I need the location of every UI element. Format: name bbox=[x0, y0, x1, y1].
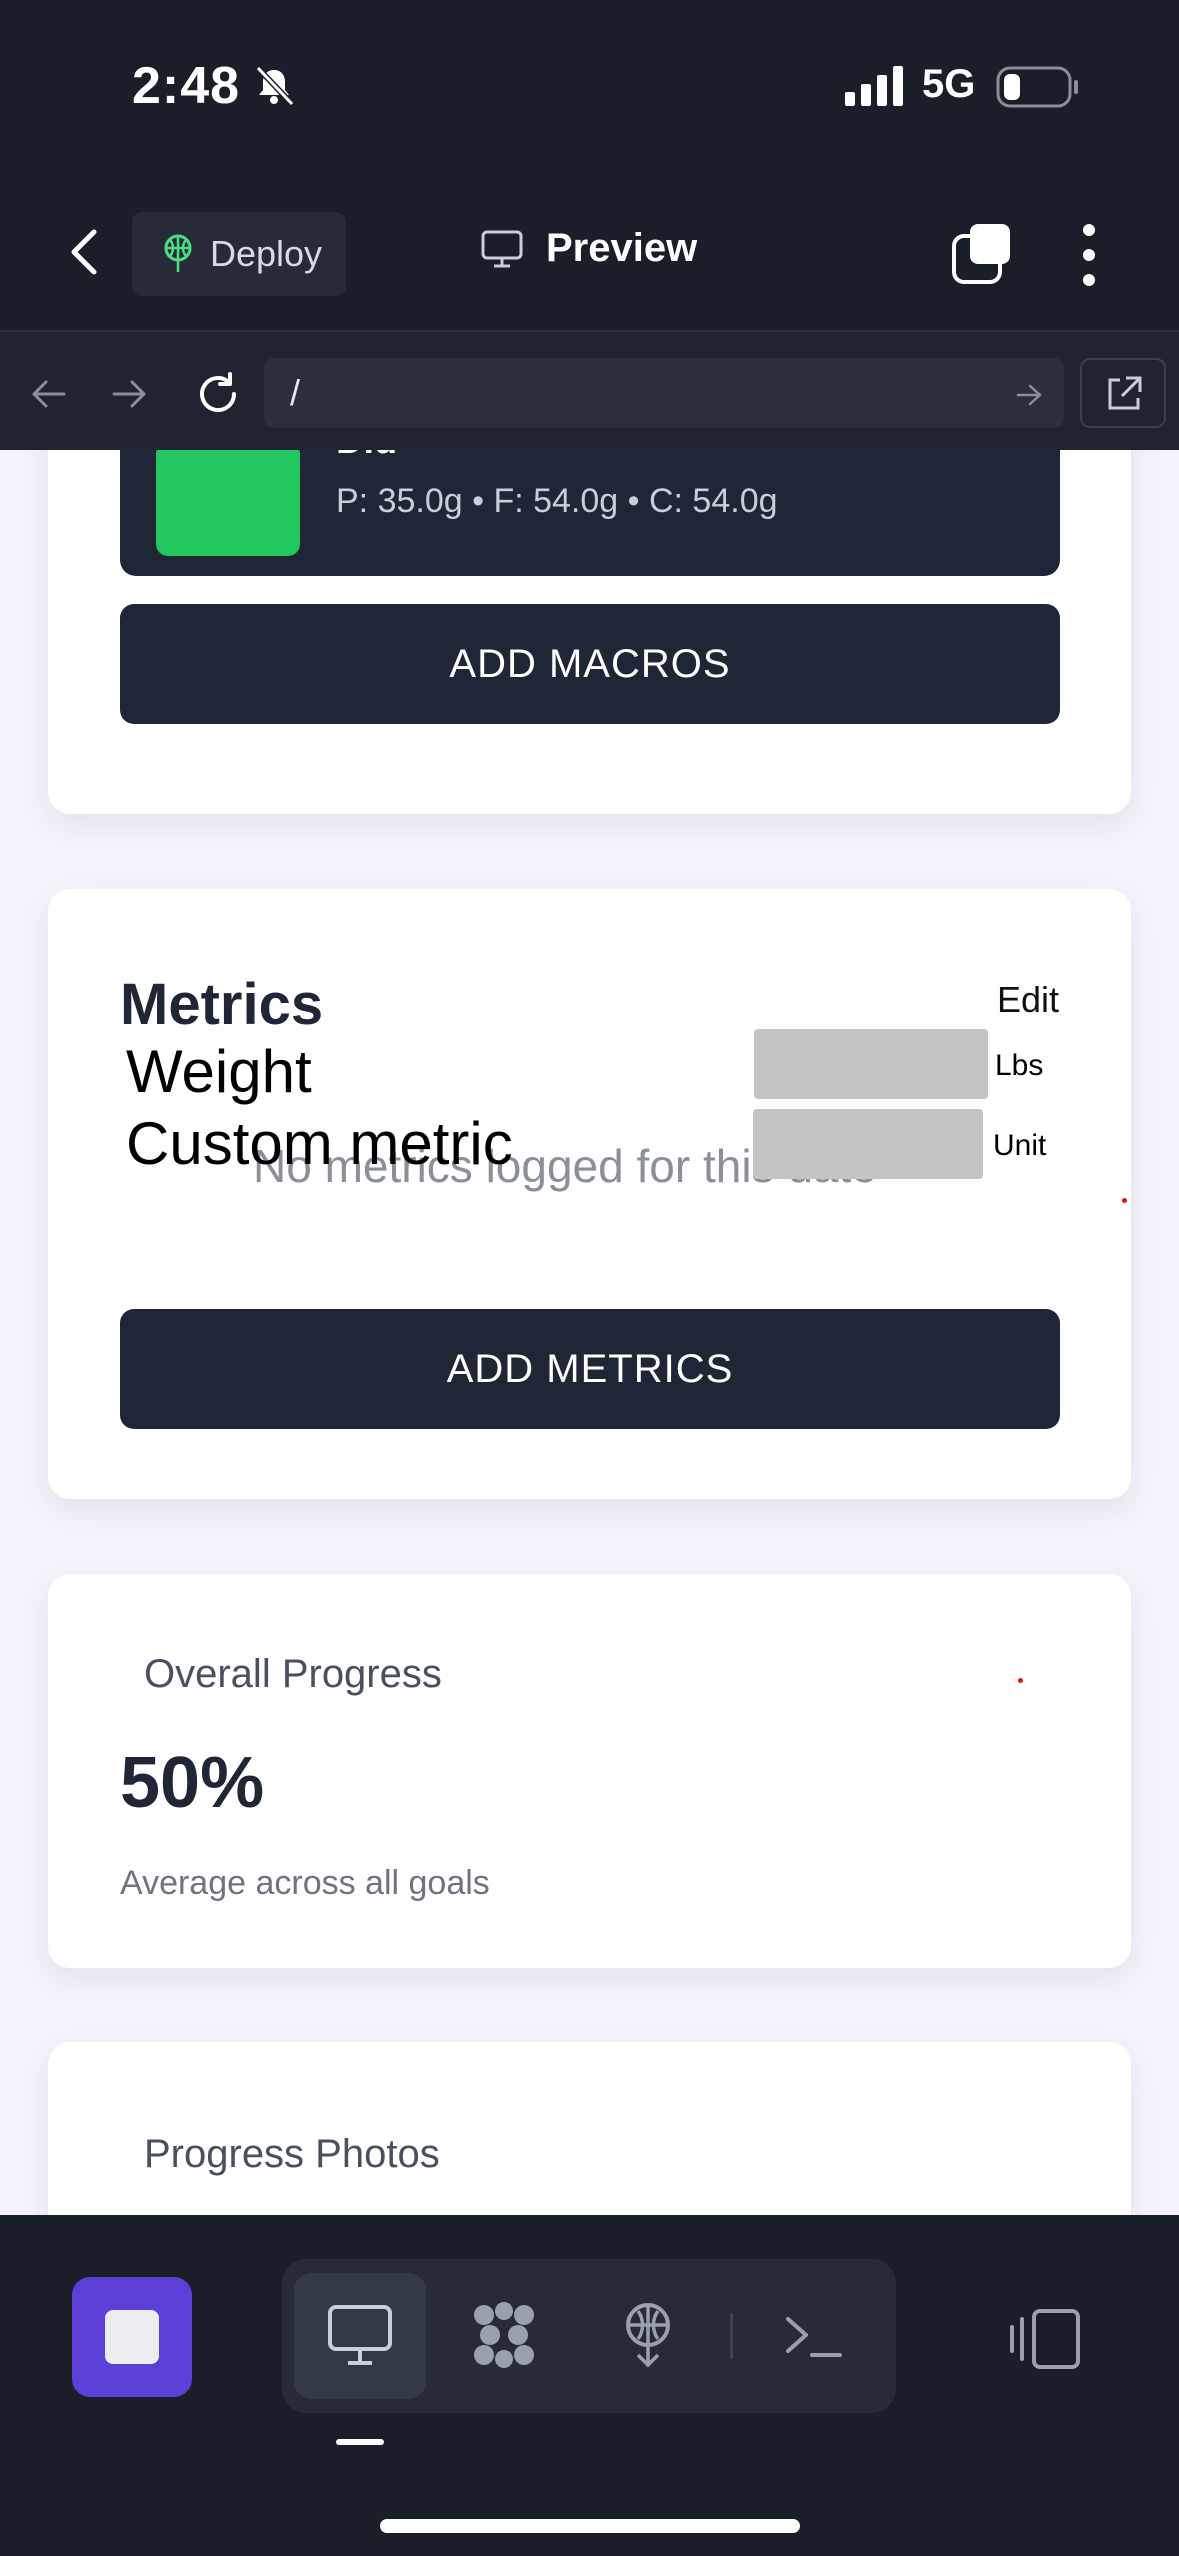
overall-progress-card: Overall Progress 50% Average across all … bbox=[48, 1574, 1131, 1968]
progress-value: 50% bbox=[120, 1743, 265, 1823]
back-chevron-icon[interactable] bbox=[60, 222, 108, 282]
status-time: 2:48 bbox=[132, 57, 241, 115]
top-bar: 2:48 5G Deploy Preview / bbox=[0, 0, 1179, 450]
metric-label-custom: Custom metric bbox=[126, 1110, 513, 1177]
network-label: 5G bbox=[922, 62, 976, 106]
metrics-title: Metrics bbox=[120, 972, 324, 1037]
preview-tab[interactable]: Preview bbox=[480, 226, 697, 271]
add-macros-button[interactable]: ADD MACROS bbox=[120, 604, 1060, 724]
custom-metric-unit: Unit bbox=[993, 1129, 1047, 1162]
deploy-icon bbox=[164, 234, 192, 272]
monitor-icon bbox=[328, 2305, 392, 2365]
food-macros: P: 35.0g • F: 54.0g • C: 54.0g bbox=[336, 482, 778, 520]
progress-title: Overall Progress bbox=[144, 1652, 442, 1696]
reload-icon[interactable] bbox=[192, 368, 244, 420]
nav-back-icon[interactable] bbox=[26, 372, 70, 416]
home-indicator bbox=[380, 2519, 800, 2533]
deploy-label: Deploy bbox=[210, 233, 323, 274]
tool-deploy[interactable] bbox=[582, 2273, 714, 2399]
stray-dot bbox=[1122, 1198, 1127, 1203]
bottom-toolbar bbox=[0, 2215, 1179, 2556]
stop-icon bbox=[105, 2310, 159, 2364]
add-metrics-button[interactable]: ADD METRICS bbox=[120, 1309, 1060, 1429]
weight-unit: Lbs bbox=[995, 1049, 1044, 1082]
food-name: Did bbox=[336, 450, 397, 463]
preview-label: Preview bbox=[546, 226, 698, 270]
custom-metric-input[interactable] bbox=[753, 1109, 983, 1179]
food-item[interactable]: Did P: 35.0g • F: 54.0g • C: 54.0g bbox=[120, 450, 1060, 576]
stop-button[interactable] bbox=[72, 2277, 192, 2397]
food-thumbnail bbox=[156, 450, 300, 556]
tool-group bbox=[282, 2259, 896, 2413]
metric-label-weight: Weight bbox=[126, 1038, 312, 1105]
cluster-icon bbox=[474, 2302, 534, 2368]
tool-preview[interactable] bbox=[294, 2273, 426, 2399]
external-link-icon bbox=[1108, 376, 1142, 410]
nav-forward-icon[interactable] bbox=[108, 372, 152, 416]
tool-workflows[interactable] bbox=[438, 2273, 570, 2399]
battery-icon bbox=[996, 66, 1078, 108]
macros-card: Did P: 35.0g • F: 54.0g • C: 54.0g ADD M… bbox=[48, 450, 1131, 814]
go-arrow-icon[interactable] bbox=[1014, 380, 1044, 410]
main-content: Did P: 35.0g • F: 54.0g • C: 54.0g ADD M… bbox=[0, 450, 1179, 2215]
tabs-icon[interactable] bbox=[950, 222, 1014, 286]
edit-metrics-link[interactable]: Edit bbox=[997, 979, 1059, 1021]
signal-icon bbox=[845, 66, 903, 106]
monitor-icon bbox=[481, 230, 523, 267]
browser-url-bar: / bbox=[0, 330, 1179, 450]
progress-photos-card: Progress Photos bbox=[48, 2042, 1131, 2215]
photos-title: Progress Photos bbox=[144, 2132, 440, 2176]
bell-muted-icon bbox=[255, 65, 295, 107]
tool-console[interactable] bbox=[748, 2273, 880, 2399]
more-options-icon[interactable] bbox=[1078, 222, 1100, 288]
url-text: / bbox=[290, 372, 301, 413]
deploy-icon bbox=[626, 2303, 670, 2368]
stray-dot bbox=[1018, 1678, 1023, 1683]
deploy-button[interactable]: Deploy bbox=[132, 212, 346, 296]
metrics-card: Metrics Edit No metrics logged for this … bbox=[48, 889, 1131, 1499]
url-input[interactable]: / bbox=[264, 358, 1064, 428]
weight-input[interactable] bbox=[754, 1029, 988, 1099]
terminal-icon bbox=[786, 2317, 842, 2357]
open-external-button[interactable] bbox=[1080, 358, 1166, 428]
tool-divider bbox=[730, 2313, 733, 2359]
active-tool-indicator bbox=[336, 2439, 384, 2445]
progress-subtitle: Average across all goals bbox=[120, 1864, 490, 1902]
split-view-icon[interactable] bbox=[1008, 2307, 1082, 2371]
